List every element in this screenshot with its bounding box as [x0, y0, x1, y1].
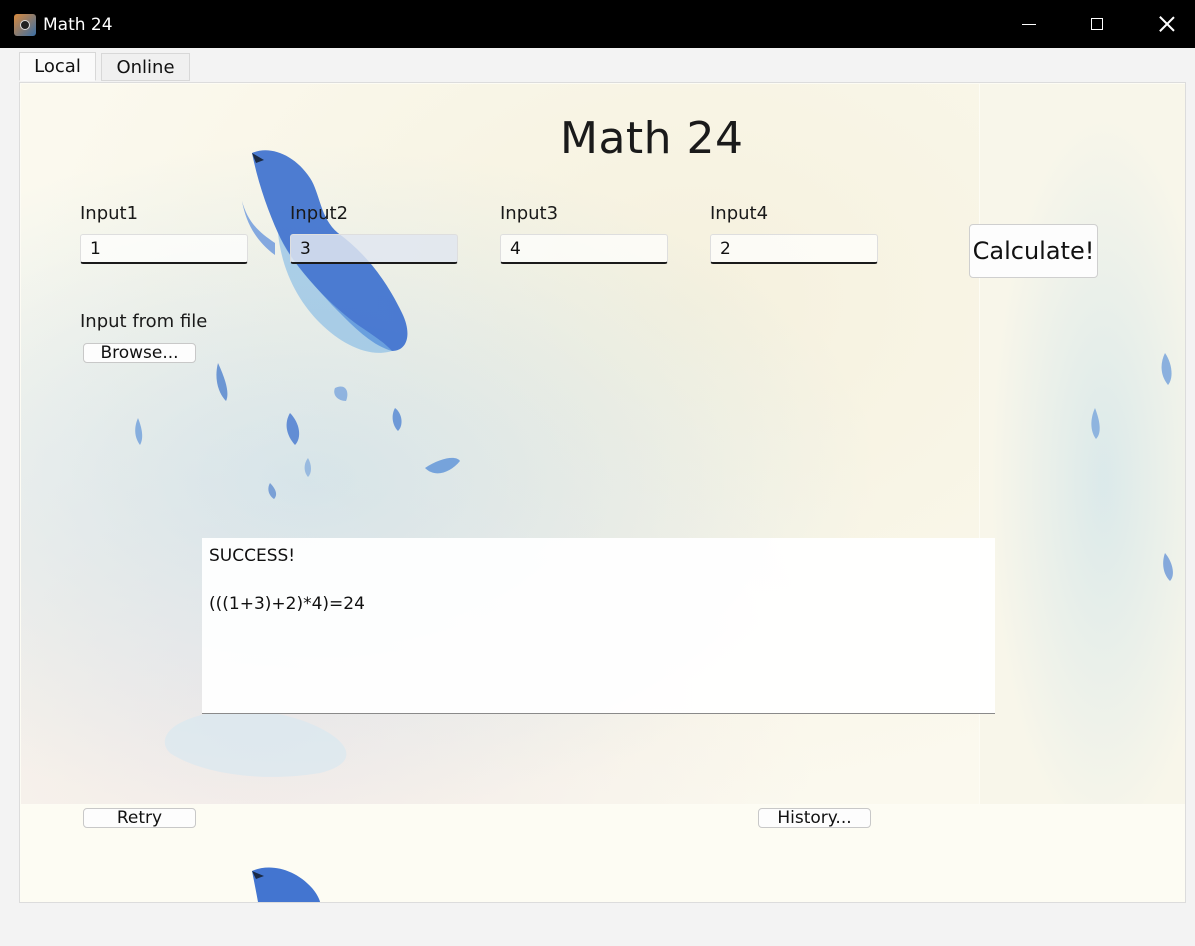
browse-button[interactable]: Browse... — [83, 343, 196, 363]
app-icon — [14, 14, 36, 36]
input4-field[interactable] — [710, 234, 878, 264]
minimize-icon — [1022, 23, 1036, 25]
title-bar: Math 24 — [0, 0, 1195, 48]
result-expression: (((1+3)+2)*4)=24 — [209, 594, 365, 614]
input2-label: Input2 — [290, 203, 349, 224]
retry-button[interactable]: Retry — [83, 808, 196, 828]
window-title: Math 24 — [43, 15, 113, 35]
page-title: Math 24 — [560, 113, 744, 164]
calculate-button[interactable]: Calculate! — [969, 224, 1098, 278]
result-status: SUCCESS! — [209, 546, 296, 566]
close-icon — [1159, 16, 1175, 32]
close-button[interactable] — [1132, 0, 1195, 48]
local-panel: Math 24 Input1 Input2 Input3 Input4 Calc… — [19, 82, 1186, 903]
input4-label: Input4 — [710, 203, 769, 224]
input1-label: Input1 — [80, 203, 139, 224]
result-output[interactable]: SUCCESS! (((1+3)+2)*4)=24 — [202, 538, 995, 714]
history-button[interactable]: History... — [758, 808, 871, 828]
minimize-button[interactable] — [994, 0, 1064, 48]
maximize-button[interactable] — [1062, 0, 1132, 48]
bird-illustration — [135, 150, 1173, 902]
input1-field[interactable] — [80, 234, 248, 264]
tab-local[interactable]: Local — [19, 52, 96, 81]
tab-online[interactable]: Online — [101, 53, 190, 81]
input3-label: Input3 — [500, 203, 559, 224]
maximize-icon — [1091, 18, 1103, 30]
file-input-label: Input from file — [80, 311, 208, 332]
input3-field[interactable] — [500, 234, 668, 264]
input2-field[interactable] — [290, 234, 458, 264]
